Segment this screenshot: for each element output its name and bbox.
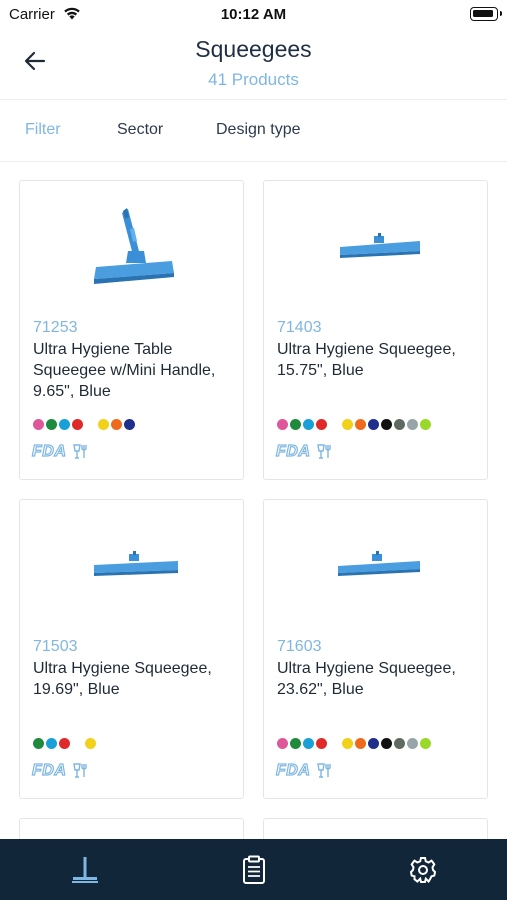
product-sku: 71503 — [33, 638, 78, 655]
color-swatch — [407, 419, 418, 430]
color-swatch — [46, 738, 57, 749]
fda-badge: FDA — [275, 442, 311, 460]
product-card[interactable]: 71253 Ultra Hygiene Table Squeegee w/Min… — [19, 180, 244, 480]
product-name: Ultra Hygiene Squeegee, 23.62", Blue — [277, 660, 456, 698]
color-swatch — [33, 419, 44, 430]
squeegee-icon — [72, 856, 98, 883]
squeegee-image — [340, 233, 420, 258]
color-swatch — [33, 738, 44, 749]
table-squeegee-image — [94, 208, 174, 284]
product-card[interactable]: 71403 Ultra Hygiene Squeegee, 15.75", Bl… — [263, 180, 488, 480]
product-card[interactable]: 71603 Ultra Hygiene Squeegee, 23.62", Bl… — [263, 499, 488, 799]
product-card[interactable] — [263, 818, 488, 840]
color-swatch — [85, 419, 96, 430]
battery-icon — [470, 7, 502, 21]
certification-badges: FDA — [275, 761, 334, 780]
color-swatch — [72, 419, 83, 430]
food-safe-icon — [317, 444, 332, 459]
color-swatch — [277, 738, 288, 749]
fda-badge: FDA — [31, 442, 67, 460]
certification-badges: FDA — [275, 442, 334, 461]
filter-bar: Filter Sector Design type — [0, 100, 507, 162]
nav-header: Squeegees 41 Products — [0, 28, 507, 100]
color-swatch — [368, 738, 379, 749]
certification-badges: FDA — [31, 761, 90, 780]
color-swatch — [329, 419, 340, 430]
color-swatch — [46, 419, 57, 430]
gear-icon — [409, 856, 437, 883]
certification-badges: FDA — [31, 442, 90, 461]
color-swatch — [111, 419, 122, 430]
sector-tab[interactable]: Sector — [117, 121, 163, 139]
product-name: Ultra Hygiene Table Squeegee w/Mini Hand… — [33, 341, 216, 400]
color-swatch — [316, 419, 327, 430]
color-swatch — [355, 738, 366, 749]
color-swatch — [407, 738, 418, 749]
product-grid: 71253 Ultra Hygiene Table Squeegee w/Min… — [0, 180, 507, 840]
color-swatch — [381, 419, 392, 430]
color-swatch — [98, 419, 109, 430]
fda-badge: FDA — [275, 761, 311, 779]
color-swatch — [316, 738, 327, 749]
food-safe-icon — [317, 763, 332, 778]
color-swatch — [394, 419, 405, 430]
squeegee-image — [94, 551, 178, 576]
color-swatch — [72, 738, 83, 749]
status-bar: Carrier 10:12 AM — [0, 0, 507, 28]
color-swatch — [329, 738, 340, 749]
color-swatches — [33, 419, 137, 431]
food-safe-icon — [73, 444, 88, 459]
color-swatch — [277, 419, 288, 430]
color-swatch — [59, 738, 70, 749]
product-sku: 71403 — [277, 319, 322, 336]
color-swatch — [381, 738, 392, 749]
product-card[interactable]: 71503 Ultra Hygiene Squeegee, 19.69", Bl… — [19, 499, 244, 799]
product-count: 41 Products — [208, 70, 299, 89]
tab-settings[interactable] — [363, 839, 483, 900]
product-name: Ultra Hygiene Squeegee, 19.69", Blue — [33, 660, 212, 698]
filter-tab[interactable]: Filter — [25, 121, 61, 139]
product-sku: 71603 — [277, 638, 322, 655]
color-swatch — [420, 419, 431, 430]
color-swatch — [368, 419, 379, 430]
product-name: Ultra Hygiene Squeegee, 15.75", Blue — [277, 341, 456, 379]
tab-list[interactable] — [194, 839, 314, 900]
color-swatch — [124, 419, 135, 430]
color-swatch — [290, 738, 301, 749]
color-swatch — [342, 419, 353, 430]
color-swatches — [277, 419, 433, 431]
design-type-tab[interactable]: Design type — [216, 121, 301, 139]
color-swatch — [59, 419, 70, 430]
color-swatches — [33, 738, 98, 750]
color-swatch — [303, 419, 314, 430]
color-swatches — [277, 738, 433, 750]
color-swatch — [290, 419, 301, 430]
food-safe-icon — [73, 763, 88, 778]
tab-bar — [0, 839, 507, 900]
product-sku: 71253 — [33, 319, 78, 336]
squeegee-image — [338, 551, 420, 576]
product-card[interactable] — [19, 818, 244, 840]
tab-products[interactable] — [25, 839, 145, 900]
color-swatch — [420, 738, 431, 749]
page-title: Squeegees — [195, 36, 312, 62]
fda-badge: FDA — [31, 761, 67, 779]
color-swatch — [342, 738, 353, 749]
clock: 10:12 AM — [220, 6, 287, 23]
clipboard-icon — [243, 855, 265, 884]
color-swatch — [85, 738, 96, 749]
color-swatch — [355, 419, 366, 430]
color-swatch — [303, 738, 314, 749]
color-swatch — [394, 738, 405, 749]
